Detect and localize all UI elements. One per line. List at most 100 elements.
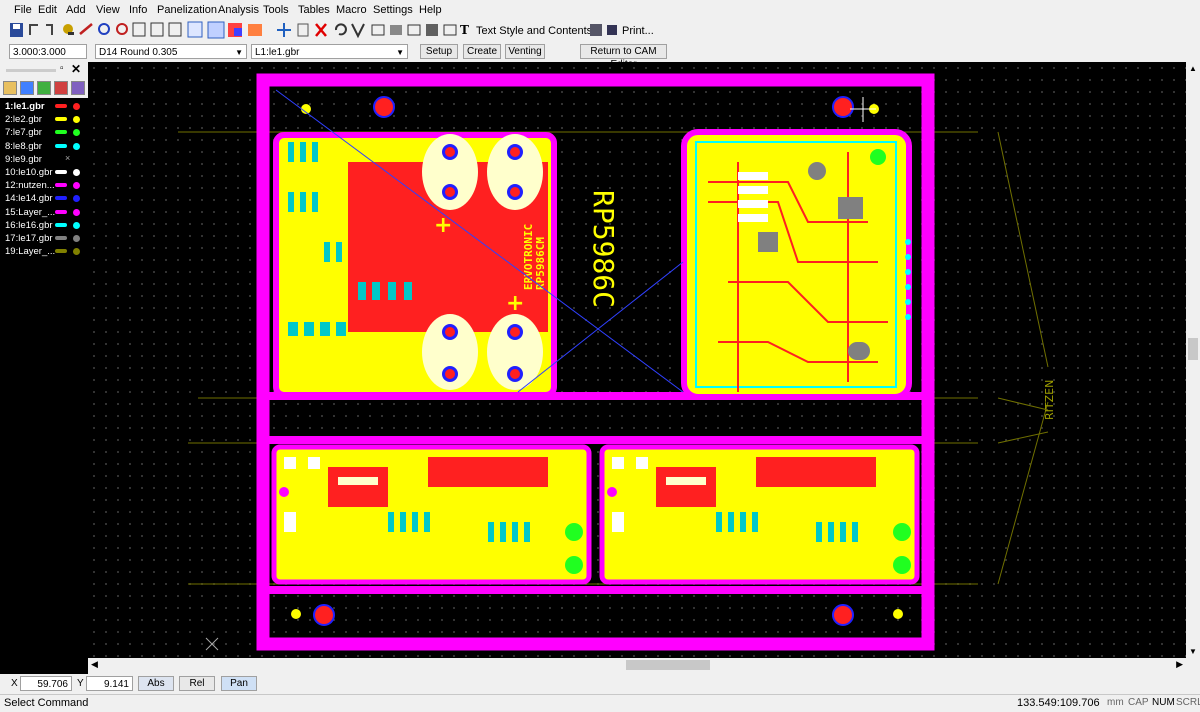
- layer-item[interactable]: 17:le17.gbr: [5, 232, 85, 245]
- layer-item[interactable]: 14:le14.gbr: [5, 192, 85, 205]
- layer-visibility-icon[interactable]: [54, 81, 68, 95]
- layer-hidden-icon[interactable]: ×: [65, 153, 70, 163]
- layer-color-swatch[interactable]: [55, 117, 67, 122]
- menu-add[interactable]: Add: [66, 4, 86, 16]
- scroll-thumb[interactable]: [1188, 338, 1198, 360]
- layer-color-swatch[interactable]: [55, 183, 67, 188]
- scroll-up-icon[interactable]: ▲: [1189, 64, 1197, 73]
- layer-color-swatch[interactable]: [55, 104, 67, 108]
- print-button[interactable]: Print...: [622, 25, 654, 37]
- scroll-thumb[interactable]: [626, 660, 710, 670]
- menu-edit[interactable]: Edit: [38, 4, 57, 16]
- layer-item[interactable]: 7:le7.gbr: [5, 126, 85, 139]
- layer-visibility-dot[interactable]: [73, 182, 80, 190]
- venting-button[interactable]: Venting: [505, 44, 545, 59]
- pcb-panel-drawing[interactable]: ERVOTRONIC RP5986CM + + RP5986C RITZEN: [88, 62, 1186, 658]
- aperture-value: D14 Round 0.305: [99, 47, 178, 58]
- minimize-icon[interactable]: ▫: [60, 63, 64, 74]
- rel-label: Rel: [189, 678, 205, 689]
- menu-analysis[interactable]: Analysis: [218, 4, 259, 16]
- cam-canvas[interactable]: ERVOTRONIC RP5986CM + + RP5986C RITZEN: [88, 62, 1186, 658]
- rotate-icon: [334, 23, 347, 36]
- menu-help[interactable]: Help: [419, 4, 442, 16]
- abs-label: Abs: [147, 678, 165, 689]
- x-coordinate-field[interactable]: 59.706: [20, 676, 72, 691]
- layer-visibility-dot[interactable]: [73, 103, 80, 110]
- layer-item[interactable]: 12:nutzen...: [5, 179, 85, 192]
- layer-visibility-dot[interactable]: [73, 235, 80, 242]
- menu-tools[interactable]: Tools: [263, 4, 289, 16]
- layer-color-swatch[interactable]: [55, 143, 67, 148]
- layer-visibility-dot[interactable]: [73, 221, 80, 229]
- scroll-right-icon[interactable]: ▶: [1176, 659, 1183, 670]
- grid-snap-icon: [207, 21, 225, 39]
- layer-item[interactable]: 8:le8.gbr: [5, 140, 85, 153]
- layer-color-icon[interactable]: [71, 81, 85, 95]
- layer-color-swatch[interactable]: [55, 236, 67, 240]
- text-style-button[interactable]: Text Style and Contents: [476, 25, 592, 37]
- zoom-ratio-field[interactable]: 3.000:3.000: [9, 44, 87, 59]
- layer-sort-icon[interactable]: [37, 81, 51, 95]
- pan-button[interactable]: Pan: [221, 676, 257, 691]
- rel-button[interactable]: Rel: [179, 676, 215, 691]
- toolbar-icon-strip[interactable]: T: [8, 20, 478, 42]
- create-button[interactable]: Create: [463, 44, 501, 59]
- vertical-scrollbar[interactable]: ▲ ▼: [1186, 62, 1200, 658]
- status-scrl: SCRL: [1176, 697, 1200, 708]
- layer-color-swatch[interactable]: [55, 170, 67, 174]
- control-board: [681, 129, 912, 400]
- layer-item[interactable]: 1:le1.gbr: [5, 100, 85, 113]
- layer-visibility-dot[interactable]: [73, 169, 80, 176]
- coordinate-bar: X 59.706 Y 9.141 Abs Rel Pan: [0, 674, 1200, 694]
- layer-color-swatch[interactable]: [55, 249, 67, 254]
- menu-file[interactable]: File: [14, 4, 32, 16]
- menu-view[interactable]: View: [96, 4, 120, 16]
- menu-settings[interactable]: Settings: [373, 4, 413, 16]
- layer-name: 7:le7.gbr: [5, 127, 42, 139]
- layer-item[interactable]: 10:le10.gbr: [5, 166, 85, 179]
- aperture-select[interactable]: D14 Round 0.305 ▼: [95, 44, 247, 59]
- layer-visibility-dot[interactable]: [73, 248, 80, 256]
- panel-gripper: [6, 69, 56, 72]
- layer-item[interactable]: 16:le16.gbr: [5, 219, 85, 232]
- layer-up-icon[interactable]: [3, 81, 17, 95]
- y-coordinate-field[interactable]: 9.141: [86, 676, 133, 691]
- menu-panelization[interactable]: Panelization: [157, 4, 217, 16]
- layer-visibility-dot[interactable]: [73, 116, 80, 124]
- layer-add-icon[interactable]: [20, 81, 34, 95]
- layer-value: L1:le1.gbr: [255, 47, 300, 58]
- zoom-all-icon: [132, 22, 146, 37]
- status-position: 133.549:109.706: [1017, 697, 1100, 709]
- horizontal-scrollbar[interactable]: ◀ ▶: [88, 658, 1186, 672]
- scroll-down-icon[interactable]: ▼: [1189, 647, 1197, 656]
- layer-color-swatch[interactable]: [55, 196, 67, 201]
- menu-macro[interactable]: Macro: [336, 4, 367, 16]
- layer-item[interactable]: 15:Layer_...: [5, 206, 85, 219]
- plot-icon[interactable]: [590, 24, 602, 36]
- return-to-cam-editor-button[interactable]: Return to CAM Editor: [580, 44, 667, 70]
- layer-color-swatch[interactable]: [55, 222, 67, 227]
- layer-select[interactable]: L1:le1.gbr ▼: [251, 44, 408, 59]
- layer-item[interactable]: 19:Layer_...: [5, 245, 85, 258]
- layer-color-swatch[interactable]: [55, 130, 67, 135]
- image-icon: [426, 24, 438, 36]
- layer-visibility-dot[interactable]: [73, 195, 80, 203]
- crosshair-cursor: [850, 97, 876, 122]
- layer-name: 16:le16.gbr: [5, 219, 53, 231]
- close-icon[interactable]: ✕: [71, 62, 81, 76]
- layer-visibility-dot[interactable]: [73, 142, 80, 150]
- menu-info[interactable]: Info: [129, 4, 147, 16]
- setup-button[interactable]: Setup: [420, 44, 458, 59]
- x-label: X: [11, 678, 18, 689]
- layer-visibility-dot[interactable]: [73, 129, 80, 137]
- menu-tables[interactable]: Tables: [298, 4, 330, 16]
- abs-button[interactable]: Abs: [138, 676, 174, 691]
- scroll-left-icon[interactable]: ◀: [91, 659, 98, 670]
- layer-panel: ▫ ✕ 1:le1.gbr 2:le2.gbr 7:le7.gbr 8:le8.gbr…: [0, 62, 88, 674]
- layer-color-swatch[interactable]: [55, 209, 67, 214]
- layer-item[interactable]: 9:le9.gbr ×: [5, 153, 85, 166]
- layer-visibility-dot[interactable]: [73, 208, 80, 216]
- layer-item[interactable]: 2:le2.gbr: [5, 113, 85, 126]
- power-board: ERVOTRONIC RP5986CM + +: [273, 132, 557, 398]
- plus-marker: +: [506, 291, 524, 316]
